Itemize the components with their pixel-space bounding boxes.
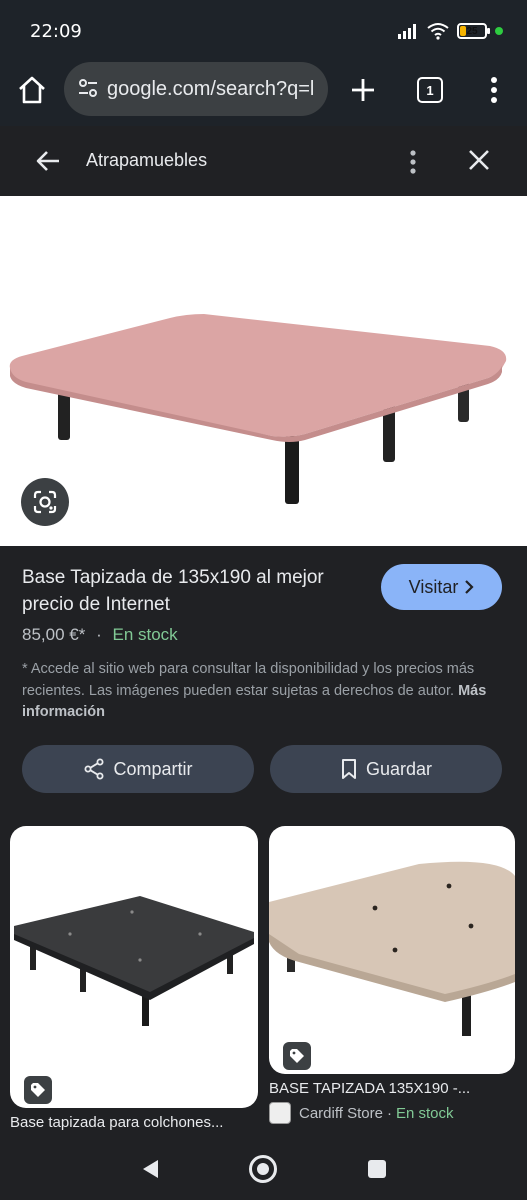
- store-name: Cardiff Store: [299, 1104, 383, 1122]
- nav-recents-icon[interactable]: [368, 1160, 386, 1178]
- close-icon[interactable]: [466, 147, 492, 173]
- source-separator: ·: [386, 1104, 392, 1122]
- price: 85,00 €*: [22, 625, 86, 644]
- visit-label: Visitar: [408, 576, 459, 597]
- privacy-indicator-icon: [495, 27, 503, 35]
- url-bar[interactable]: google.com/search?q=l: [64, 62, 328, 116]
- bookmark-icon: [341, 759, 356, 779]
- price-separator: ·: [96, 625, 102, 644]
- related-stock-status: En stock: [395, 1104, 454, 1122]
- product-image[interactable]: [0, 196, 527, 546]
- beige-bed-base-illustration: [269, 861, 515, 1036]
- lens-icon: [33, 490, 57, 514]
- store-favicon-icon: [269, 1102, 291, 1124]
- chevron-right-icon: [465, 580, 474, 594]
- price-row: 85,00 €* · En stock: [22, 625, 178, 645]
- signal-icon: [398, 24, 416, 39]
- nav-back-icon[interactable]: [140, 1158, 160, 1180]
- battery-icon: 25: [457, 23, 490, 39]
- new-tab-icon[interactable]: [347, 74, 379, 106]
- related-card[interactable]: BASE TAPIZADA 135X190 -... Cardiff Store…: [269, 826, 515, 1136]
- related-source: Cardiff Store · En stock: [269, 1102, 453, 1124]
- more-options-icon[interactable]: [484, 74, 504, 106]
- shopping-tag-icon: [283, 1042, 311, 1070]
- back-arrow-icon[interactable]: [34, 147, 62, 175]
- share-icon: [84, 758, 104, 780]
- stock-status: En stock: [112, 625, 178, 644]
- visit-button[interactable]: Visitar: [381, 564, 502, 610]
- save-label: Guardar: [365, 758, 433, 779]
- share-button[interactable]: Compartir: [22, 745, 254, 793]
- product-title[interactable]: Base Tapizada de 135x190 al mejor precio…: [22, 564, 342, 618]
- disclaimer-text: * Accede al sitio web para consultar la …: [22, 659, 492, 724]
- status-time: 22:09: [30, 21, 82, 42]
- related-thumbnail[interactable]: [269, 826, 515, 1074]
- tab-switcher-button[interactable]: 1: [417, 77, 443, 103]
- system-nav-bar: [0, 1140, 527, 1200]
- related-thumbnail[interactable]: [10, 826, 258, 1108]
- status-icons: 25: [397, 20, 503, 42]
- related-caption[interactable]: Base tapizada para colchones...: [10, 1114, 258, 1131]
- status-bar: 22:09 25: [0, 0, 527, 60]
- home-icon[interactable]: [16, 74, 48, 106]
- related-results: Base tapizada para colchones... BASE TAP…: [0, 826, 527, 1140]
- google-lens-button[interactable]: [21, 478, 69, 526]
- dark-bed-base-illustration: [14, 896, 254, 1026]
- disclaimer-body: * Accede al sitio web para consultar la …: [22, 661, 475, 699]
- sheet-menu-icon[interactable]: [405, 148, 421, 176]
- shopping-tag-icon: [24, 1076, 52, 1104]
- browser-toolbar: google.com/search?q=l 1: [0, 60, 527, 126]
- share-label: Compartir: [113, 758, 193, 779]
- product-info: Base Tapizada de 135x190 al mejor precio…: [0, 546, 527, 826]
- url-text: google.com/search?q=l: [107, 78, 315, 100]
- sheet-header: Atrapamuebles: [0, 126, 527, 196]
- site-name: Atrapamuebles: [86, 150, 208, 170]
- wifi-icon: [427, 23, 449, 40]
- related-caption[interactable]: BASE TAPIZADA 135X190 -...: [269, 1080, 515, 1097]
- bed-base-illustration: [9, 314, 507, 504]
- site-settings-icon[interactable]: [78, 78, 98, 98]
- save-button[interactable]: Guardar: [270, 745, 502, 793]
- battery-level: 25: [466, 25, 478, 37]
- related-card[interactable]: Base tapizada para colchones...: [10, 826, 258, 1136]
- nav-home-icon[interactable]: [249, 1155, 277, 1183]
